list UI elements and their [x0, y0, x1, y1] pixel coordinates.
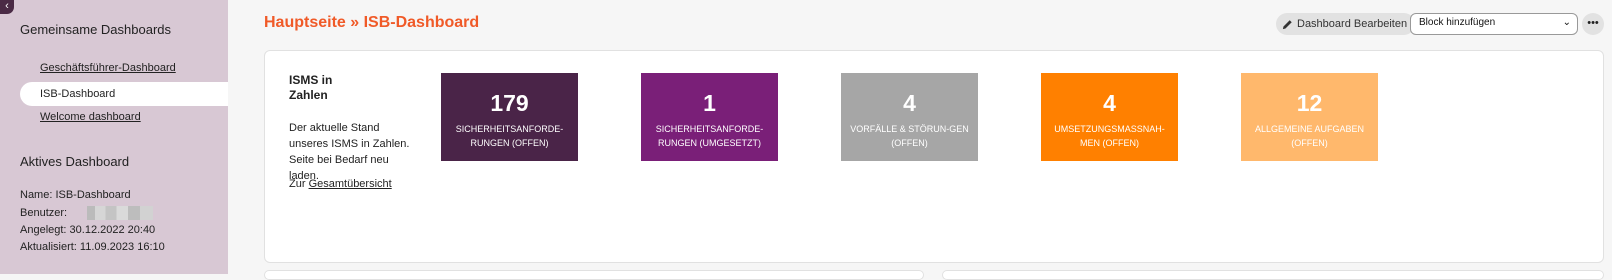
- sidebar-item-isb-dashboard[interactable]: ISB-Dashboard: [20, 82, 228, 106]
- more-options-button[interactable]: •••: [1582, 13, 1604, 35]
- tile-label: Allgemeine Aufgaben (offen): [1254, 124, 1365, 148]
- active-dashboard-heading: Aktives Dashboard: [20, 154, 130, 169]
- page-title: Hauptseite » ISB-Dashboard: [264, 14, 480, 31]
- tile-security-requirements-open[interactable]: 179 Sicherheitsanforde-rungen (offen): [441, 73, 578, 161]
- tile-value: 1: [703, 90, 716, 116]
- edit-dashboard-button[interactable]: Dashboard Bearbeiten: [1276, 13, 1416, 35]
- overview-link-prefix: Zur: [289, 178, 306, 190]
- isms-card: ISMS in Zahlen Der aktuelle Stand unsere…: [264, 50, 1604, 263]
- redacted-user-name: [87, 206, 154, 220]
- tile-value: 12: [1296, 90, 1323, 116]
- shared-dashboards-heading: Gemeinsame Dashboards: [20, 22, 172, 37]
- tile-value: 4: [1103, 90, 1116, 116]
- tile-measures-open[interactable]: 4 Umsetzungsmassnah-men (offen): [1041, 73, 1178, 161]
- dashboard-user-label: Benutzer:: [20, 206, 68, 219]
- tile-label: Vorfälle & Störun-gen (offen): [850, 124, 969, 148]
- tile-security-requirements-implemented[interactable]: 1 Sicherheitsanforde-rungen (umgesetzt): [641, 73, 778, 161]
- sidebar-item-welcome-dashboard[interactable]: Welcome dashboard: [40, 111, 141, 123]
- overview-link[interactable]: Gesamtübersicht: [309, 178, 392, 190]
- dashboard-name: Name: ISB-Dashboard: [20, 189, 131, 201]
- card-description: Der aktuelle Stand unseres ISMS in Zahle…: [289, 122, 410, 182]
- tile-label: Umsetzungsmassnah-men (offen): [1054, 124, 1165, 148]
- dashboard-created: Angelegt: 30.12.2022 20:40: [20, 224, 156, 236]
- sidebar: ‹ Gemeinsame Dashboards Geschäftsführer-…: [0, 0, 228, 274]
- tile-general-tasks-open[interactable]: 12 Allgemeine Aufgaben (offen): [1241, 73, 1378, 161]
- chevron-down-icon: ⌄: [1562, 17, 1571, 28]
- overview-link-line: Zur Gesamtübersicht: [289, 178, 392, 190]
- tile-value: 179: [490, 90, 529, 116]
- dashboard-updated: Aktualisiert: 11.09.2023 16:10: [20, 241, 165, 253]
- dashboard-user: Benutzer:: [20, 206, 154, 220]
- add-block-select-value: Block hinzufügen: [1419, 17, 1496, 28]
- tile-incidents-open[interactable]: 4 Vorfälle & Störun-gen (offen): [841, 73, 978, 161]
- sidebar-item-geschaeftsfuehrer-dashboard[interactable]: Geschäftsführer-Dashboard: [40, 62, 176, 74]
- edit-dashboard-label: Dashboard Bearbeiten: [1297, 18, 1408, 30]
- card-title: ISMS in Zahlen: [289, 73, 333, 102]
- tile-value: 4: [903, 90, 916, 116]
- next-card-left: [264, 270, 924, 280]
- collapse-sidebar-icon[interactable]: ‹: [0, 0, 14, 14]
- sidebar-item-label: ISB-Dashboard: [40, 88, 116, 100]
- tile-label: Sicherheitsanforde-rungen (offen): [455, 124, 564, 148]
- tile-label: Sicherheitsanforde-rungen (umgesetzt): [655, 124, 764, 148]
- pencil-icon: [1282, 19, 1292, 29]
- add-block-select[interactable]: Block hinzufügen ⌄: [1410, 13, 1578, 35]
- next-card-right: [942, 270, 1604, 280]
